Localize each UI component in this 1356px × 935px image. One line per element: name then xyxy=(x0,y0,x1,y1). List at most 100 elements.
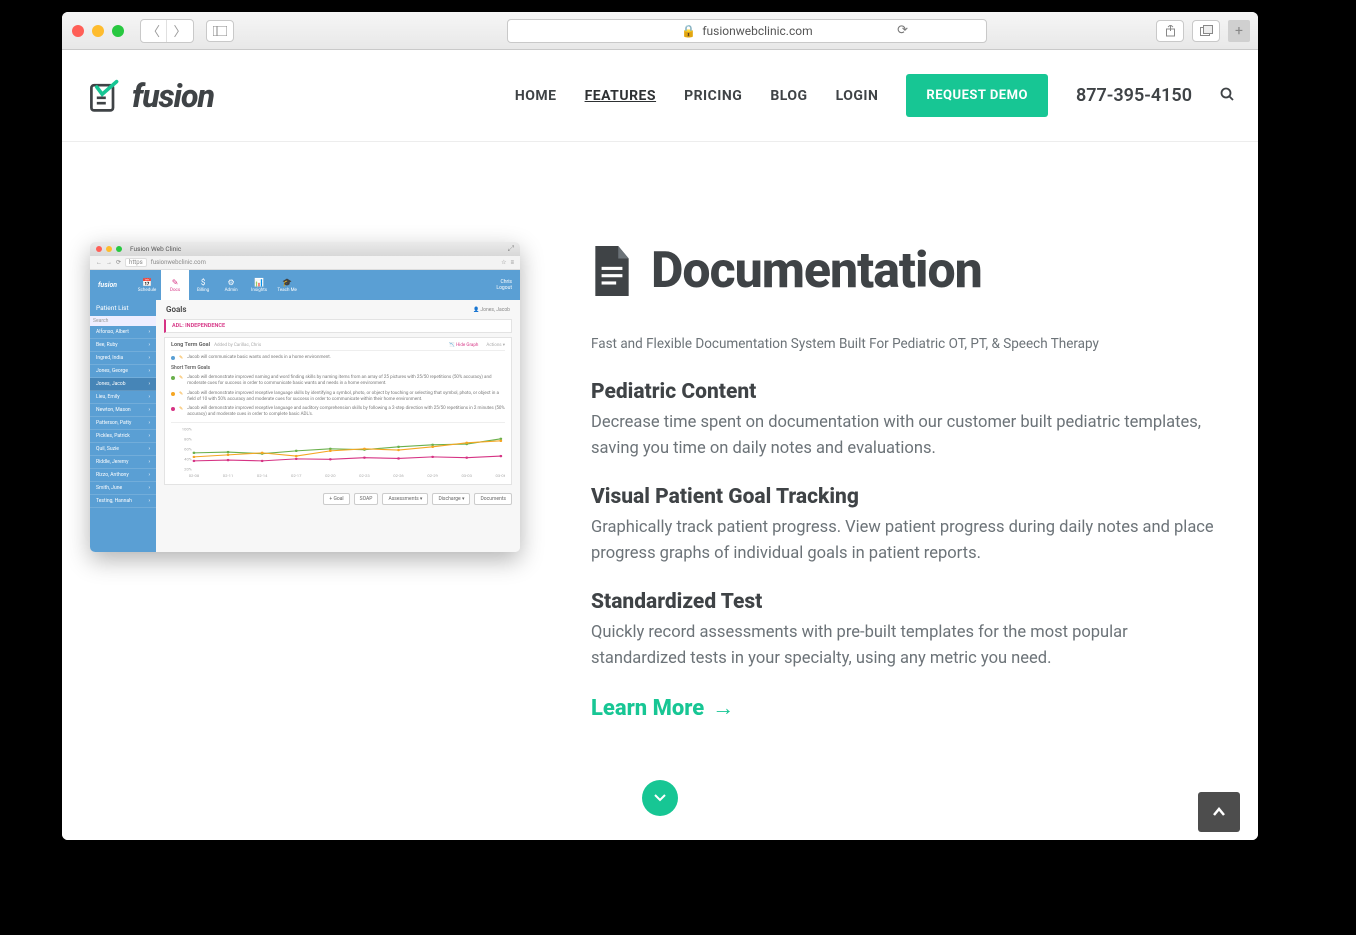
ss-user-block: Chris Logout xyxy=(496,279,512,291)
svg-text:03-03: 03-03 xyxy=(461,473,472,478)
svg-text:02-23: 02-23 xyxy=(359,473,370,478)
ss-dot-orange-icon xyxy=(171,392,175,396)
svg-text:60%: 60% xyxy=(184,447,192,452)
ss-chart: 100%80%60%40%20%02-0802-1102-1402-1702-2… xyxy=(171,422,505,478)
tabs-button[interactable] xyxy=(1192,20,1220,42)
ss-star-icon: ☆ xyxy=(501,259,506,266)
nav-login[interactable]: LOGIN xyxy=(836,88,879,104)
ss-body: Patient List Search Alfonso, Albert›Bee,… xyxy=(90,300,520,552)
ss-goal-2: ✎ Jacob will demonstrate improved recept… xyxy=(171,389,505,405)
ss-btn-documents: Documents xyxy=(474,493,512,505)
ss-dot-magenta-icon xyxy=(171,407,175,411)
search-icon[interactable] xyxy=(1220,87,1234,105)
ss-hide-graph: 📉 Hide Graph xyxy=(449,343,478,348)
ss-tab-teachme: 🎓Teach Me xyxy=(273,270,301,300)
nav-home[interactable]: HOME xyxy=(515,88,557,104)
ss-patient-row: Jones, Jacob› xyxy=(90,378,156,391)
reload-button[interactable]: ⟳ xyxy=(897,23,908,38)
request-demo-button[interactable]: REQUEST DEMO xyxy=(906,74,1048,117)
svg-text:03-06: 03-06 xyxy=(496,473,505,478)
ss-tab-billing: $Billing xyxy=(189,270,217,300)
nav-blog[interactable]: BLOG xyxy=(770,88,807,104)
nav-features[interactable]: FEATURES xyxy=(585,88,657,104)
minimize-window-button[interactable] xyxy=(92,25,104,37)
svg-text:20%: 20% xyxy=(184,467,192,472)
ss-patient-row: Lieu, Emily› xyxy=(90,391,156,404)
scroll-down-button[interactable] xyxy=(642,780,678,816)
ss-patient-row: Bee, Ruby› xyxy=(90,339,156,352)
phone-number[interactable]: 877-395-4150 xyxy=(1076,85,1192,106)
feature-1-text: Decrease time spent on documentation wit… xyxy=(591,410,1220,461)
ss-tab-admin: ⚙Admin xyxy=(217,270,245,300)
nav-pricing[interactable]: PRICING xyxy=(684,88,742,104)
forward-button[interactable]: 〉 xyxy=(167,20,193,42)
ss-page-title: Goals xyxy=(166,305,186,314)
ss-btn-assessments: Assessments ▾ xyxy=(382,493,428,505)
address-bar[interactable]: 🔒 fusionwebclinic.com xyxy=(507,19,987,43)
ss-ltg-row: Long Term Goal Added by Carillac, Chris … xyxy=(171,342,505,351)
ss-actions-dd: Actions ▾ xyxy=(486,343,505,348)
arrow-right-icon: → xyxy=(712,695,734,721)
app-screenshot: Fusion Web Clinic ⤢ ← → ⟳ https fusionwe… xyxy=(90,242,520,552)
svg-text:80%: 80% xyxy=(184,437,192,442)
ss-dot-blue-icon xyxy=(171,356,175,360)
ss-patient-row: Testing, Hannah› xyxy=(90,495,156,508)
ss-max-icon xyxy=(116,246,122,252)
ss-patient-row: Newton, Mason› xyxy=(90,404,156,417)
nav-buttons-group: 〈 〉 xyxy=(140,19,194,43)
ss-btn-soap: SOAP xyxy=(354,493,379,505)
ss-tabs: 📅Schedule ✎Docs $Billing ⚙Admin 📊Insight… xyxy=(133,270,301,300)
ss-ltg-meta: Added by Carillac, Chris xyxy=(214,343,261,348)
ss-search: Search xyxy=(90,316,156,326)
chevron-up-icon xyxy=(1212,807,1226,817)
close-window-button[interactable] xyxy=(72,25,84,37)
pencil-icon: ✎ xyxy=(179,406,183,418)
learn-more-label: Learn More xyxy=(591,696,704,721)
ss-tab-insights: 📊Insights xyxy=(245,270,273,300)
doc-title-row: Documentation xyxy=(591,242,1220,300)
pencil-icon: ✎ xyxy=(179,391,183,403)
ss-menu-icon: ≡ xyxy=(510,259,514,266)
right-toolbar: + xyxy=(1156,20,1250,42)
ss-app-header: fusion 📅Schedule ✎Docs $Billing ⚙Admin 📊… xyxy=(90,270,520,300)
ss-bottom-buttons: + Goal SOAP Assessments ▾ Discharge ▾ Do… xyxy=(156,489,520,509)
feature-3-text: Quickly record assessments with pre-buil… xyxy=(591,620,1220,671)
ss-stg-label: Short Term Goals xyxy=(171,363,505,373)
address-text: fusionwebclinic.com xyxy=(702,24,812,38)
back-button[interactable]: 〈 xyxy=(141,20,167,42)
ss-logout: Logout xyxy=(496,285,512,291)
ss-main-head: Goals 👤 Jones, Jacob xyxy=(156,300,520,319)
share-button[interactable] xyxy=(1156,20,1184,42)
doc-subtitle: Fast and Flexible Documentation System B… xyxy=(591,336,1220,352)
ss-patient-row: Quil, Suzie› xyxy=(90,443,156,456)
doc-title: Documentation xyxy=(651,242,982,300)
ss-urlbar: ← → ⟳ https fusionwebclinic.com ☆ ≡ xyxy=(90,256,520,270)
feature-1-heading: Pediatric Content xyxy=(591,380,1220,404)
feature-3-heading: Standardized Test xyxy=(591,590,1220,614)
ss-tab-schedule: 📅Schedule xyxy=(133,270,161,300)
features-row: Fusion Web Clinic ⤢ ← → ⟳ https fusionwe… xyxy=(62,142,1258,721)
ss-patient-row: Pickles, Patrick› xyxy=(90,430,156,443)
learn-more-link[interactable]: Learn More → xyxy=(591,695,734,721)
document-icon xyxy=(591,246,633,296)
screenshot-column: Fusion Web Clinic ⤢ ← → ⟳ https fusionwe… xyxy=(90,242,535,721)
ss-btn-goal: + Goal xyxy=(323,493,349,505)
ss-ltg-text: Jacob will communicate basic wants and n… xyxy=(187,355,331,361)
maximize-window-button[interactable] xyxy=(112,25,124,37)
scroll-to-top-button[interactable] xyxy=(1198,792,1240,832)
logo-text: fusion xyxy=(132,77,214,115)
ss-main: Goals 👤 Jones, Jacob ADL: INDEPENDENCE L… xyxy=(156,300,520,552)
ss-tab-docs: ✎Docs xyxy=(161,270,189,300)
svg-text:02-11: 02-11 xyxy=(223,473,234,478)
svg-text:02-14: 02-14 xyxy=(257,473,268,478)
logo-icon xyxy=(86,78,122,114)
traffic-lights xyxy=(72,25,124,37)
ss-ltg-label: Long Term Goal xyxy=(171,342,210,348)
svg-text:02-26: 02-26 xyxy=(393,473,404,478)
new-tab-button[interactable]: + xyxy=(1228,20,1250,42)
ss-patient-row: Riddle, Jeremy› xyxy=(90,456,156,469)
logo[interactable]: fusion xyxy=(86,77,214,115)
ss-app-logo: fusion xyxy=(98,281,117,289)
svg-text:02-20: 02-20 xyxy=(325,473,336,478)
show-sidebar-button[interactable] xyxy=(206,20,234,42)
